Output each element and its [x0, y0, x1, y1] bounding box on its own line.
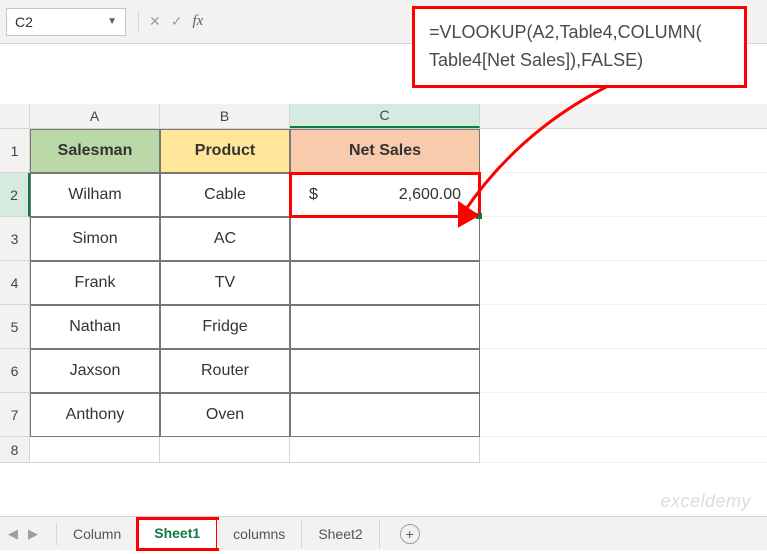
chevron-down-icon[interactable]: ▼: [107, 16, 117, 27]
cell-c4[interactable]: [290, 261, 480, 305]
cell-b5[interactable]: Fridge: [160, 305, 290, 349]
fx-icon[interactable]: fx: [192, 13, 203, 30]
cell-a5[interactable]: Nathan: [30, 305, 160, 349]
confirm-icon[interactable]: ✓: [171, 13, 183, 30]
tab-columns[interactable]: columns: [217, 520, 302, 548]
cell-b6[interactable]: Router: [160, 349, 290, 393]
cell-c2[interactable]: $ 2,600.00: [290, 173, 480, 217]
cell-a7[interactable]: Anthony: [30, 393, 160, 437]
tab-prev-icon[interactable]: ◀: [8, 526, 18, 542]
th-netsales[interactable]: Net Sales: [290, 129, 480, 173]
cell-b8[interactable]: [160, 437, 290, 463]
table-row: 2 Wilham Cable $ 2,600.00: [0, 173, 767, 217]
col-header-a[interactable]: A: [30, 104, 160, 128]
cancel-icon[interactable]: ✕: [149, 13, 161, 30]
th-product[interactable]: Product: [160, 129, 290, 173]
table-row: 8: [0, 437, 767, 463]
th-salesman[interactable]: Salesman: [30, 129, 160, 173]
tab-next-icon[interactable]: ▶: [28, 526, 38, 542]
table-row: 6 Jaxson Router: [0, 349, 767, 393]
currency-symbol: $: [309, 186, 318, 204]
sheet-tab-bar: ◀ ▶ Column Sheet1 columns Sheet2 +: [0, 516, 767, 550]
select-all-corner[interactable]: [0, 104, 30, 128]
tab-sheet1[interactable]: Sheet1: [138, 519, 217, 549]
row-header-8[interactable]: 8: [0, 437, 30, 463]
cell-b3[interactable]: AC: [160, 217, 290, 261]
tab-nav-arrows[interactable]: ◀ ▶: [8, 526, 56, 542]
cell-b7[interactable]: Oven: [160, 393, 290, 437]
formula-icons: ✕ ✓ fx: [132, 11, 209, 33]
tab-column[interactable]: Column: [57, 520, 138, 548]
name-box-value: C2: [15, 14, 33, 30]
tab-sheet2[interactable]: Sheet2: [302, 520, 379, 548]
row-header-3[interactable]: 3: [0, 217, 30, 261]
worksheet[interactable]: A B C 1 Salesman Product Net Sales 2 Wil…: [0, 44, 767, 463]
watermark: exceldemy: [660, 491, 751, 512]
column-header-row: A B C: [0, 104, 767, 129]
row-header-4[interactable]: 4: [0, 261, 30, 305]
cell-a8[interactable]: [30, 437, 160, 463]
col-header-b[interactable]: B: [160, 104, 290, 128]
table-row: 4 Frank TV: [0, 261, 767, 305]
cell-a2[interactable]: Wilham: [30, 173, 160, 217]
table-row: 5 Nathan Fridge: [0, 305, 767, 349]
row-header-7[interactable]: 7: [0, 393, 30, 437]
cell-a3[interactable]: Simon: [30, 217, 160, 261]
cell-value: 2,600.00: [399, 186, 461, 204]
cell-c5[interactable]: [290, 305, 480, 349]
cell-c8[interactable]: [290, 437, 480, 463]
cell-b2[interactable]: Cable: [160, 173, 290, 217]
row-header-1[interactable]: 1: [0, 129, 30, 173]
cell-c7[interactable]: [290, 393, 480, 437]
row-header-5[interactable]: 5: [0, 305, 30, 349]
formula-line-1: =VLOOKUP(A2,Table4,COLUMN(: [429, 19, 730, 47]
formula-line-2: Table4[Net Sales]),FALSE): [429, 47, 730, 75]
cell-a6[interactable]: Jaxson: [30, 349, 160, 393]
add-sheet-button[interactable]: +: [400, 524, 420, 544]
cell-c3[interactable]: [290, 217, 480, 261]
table-header-row: 1 Salesman Product Net Sales: [0, 129, 767, 173]
col-header-c[interactable]: C: [290, 104, 480, 128]
row-header-2[interactable]: 2: [0, 173, 30, 217]
cell-c6[interactable]: [290, 349, 480, 393]
table-row: 7 Anthony Oven: [0, 393, 767, 437]
row-header-6[interactable]: 6: [0, 349, 30, 393]
formula-callout: =VLOOKUP(A2,Table4,COLUMN( Table4[Net Sa…: [412, 6, 747, 88]
name-box[interactable]: C2 ▼: [6, 8, 126, 36]
cell-a4[interactable]: Frank: [30, 261, 160, 305]
cell-b4[interactable]: TV: [160, 261, 290, 305]
table-row: 3 Simon AC: [0, 217, 767, 261]
